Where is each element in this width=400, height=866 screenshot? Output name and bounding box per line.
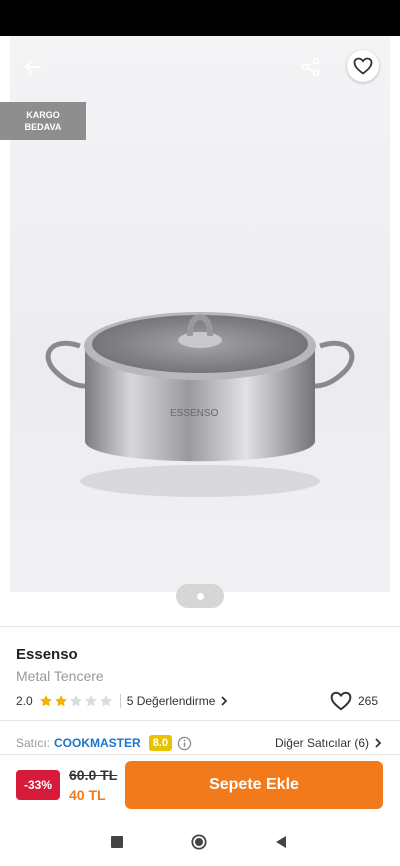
old-price: 60.0 TL: [69, 767, 118, 783]
likes-counter[interactable]: 265: [330, 690, 378, 712]
add-to-cart-button[interactable]: Sepete Ekle: [125, 761, 383, 809]
nav-home-button[interactable]: [191, 834, 207, 850]
star-empty-icon: [99, 695, 112, 707]
divider: [0, 720, 400, 721]
system-nav-bar: [0, 818, 400, 866]
square-icon: [111, 836, 123, 848]
divider: [0, 626, 400, 627]
rating-separator: [119, 694, 121, 708]
rating-row[interactable]: 2.0 5 Değerlendirme: [16, 692, 230, 710]
rating-value: 2.0: [16, 694, 33, 708]
other-sellers-label: Diğer Satıcılar (6): [274, 736, 369, 750]
image-pager[interactable]: [176, 584, 224, 608]
back-button[interactable]: [18, 52, 48, 82]
nav-recent-button[interactable]: [109, 834, 125, 850]
seller-label: Satıcı:: [16, 736, 51, 750]
product-brand[interactable]: Essenso: [16, 646, 78, 663]
buy-bar: -33% 60.0 TL 40 TL Sepete Ekle: [0, 754, 400, 818]
arrow-left-icon: [25, 60, 41, 74]
favorite-button[interactable]: [347, 50, 379, 82]
info-circle-icon[interactable]: [177, 736, 192, 751]
discount-badge: -33%: [16, 770, 60, 800]
circle-icon: [191, 834, 207, 850]
seller-score-badge: 8.0: [148, 735, 172, 751]
star-filled-icon: [54, 695, 67, 707]
product-name: Metal Tencere: [16, 668, 104, 684]
share-button[interactable]: [296, 52, 326, 82]
rating-stars: [39, 694, 114, 708]
free-shipping-line2: BEDAVA: [24, 122, 62, 132]
free-shipping-badge: KARGO BEDAVA: [0, 102, 86, 140]
heart-outline-icon: [353, 57, 373, 75]
star-empty-icon: [69, 695, 82, 707]
reviews-link[interactable]: 5 Değerlendirme: [127, 694, 231, 708]
chevron-right-icon: [375, 738, 382, 748]
heart-outline-icon: [330, 691, 352, 711]
other-sellers-link[interactable]: Diğer Satıcılar (6): [275, 736, 384, 750]
seller-row: Satıcı: COOKMASTER 8.0 Diğer Satıcılar (…: [16, 733, 384, 753]
star-filled-icon: [39, 695, 52, 707]
chevron-right-icon: [221, 696, 228, 706]
likes-count: 265: [358, 694, 379, 708]
seller-link[interactable]: COOKMASTER: [54, 736, 141, 750]
nav-back-button[interactable]: [273, 834, 289, 850]
new-price: 40 TL: [69, 787, 106, 803]
pot-illustration: ESSENSO: [45, 312, 355, 497]
triangle-back-icon: [276, 836, 286, 848]
reviews-label: 5 Değerlendirme: [126, 694, 216, 708]
pager-dot-active: [196, 592, 204, 600]
pot-logo: ESSENSO: [170, 408, 219, 419]
product-gallery[interactable]: ESSENSO KARGO BEDAVA: [0, 36, 400, 626]
status-bar: [0, 0, 400, 36]
divider: [0, 754, 400, 755]
star-empty-icon: [84, 695, 97, 707]
share-icon: [301, 57, 320, 77]
free-shipping-line1: KARGO: [26, 110, 60, 120]
